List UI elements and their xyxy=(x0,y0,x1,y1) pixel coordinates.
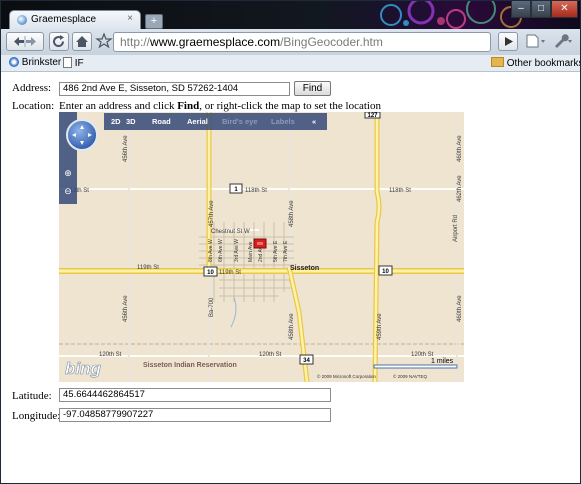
page-menu-icon xyxy=(526,34,545,48)
home-icon xyxy=(76,36,88,47)
address-input[interactable]: 486 2nd Ave E, Sisseton, SD 57262-1404 xyxy=(59,82,290,96)
road-label: 118th St xyxy=(389,188,411,194)
location-pushpin[interactable] xyxy=(253,238,267,249)
latitude-label: Latitude: xyxy=(12,390,52,402)
compass-pan-control[interactable] xyxy=(66,119,98,151)
address-label: Address: xyxy=(12,82,52,94)
road-label: Chestnut St W xyxy=(211,229,250,235)
road-label: 7th Ave E xyxy=(283,240,289,262)
road-label: 456th Ave xyxy=(123,135,129,162)
map-mode-bar: 2D 3D Road Aerial Bird's eye Labels « xyxy=(104,113,327,130)
compass-arrows-icon xyxy=(72,125,92,145)
road-label: 3rd Ave W xyxy=(234,239,240,262)
longitude-label: Longitude: xyxy=(12,410,61,422)
tab-close-icon[interactable]: × xyxy=(127,13,133,24)
other-bookmarks[interactable]: Other bookmarks xyxy=(491,57,581,69)
bing-map[interactable]: 118th St 118th St 118th St 119th St 119t… xyxy=(59,112,464,382)
bookmark-brinkster[interactable]: Brinkster xyxy=(9,57,61,68)
latitude-input[interactable]: 45.6644462864517 xyxy=(59,388,331,402)
folder-icon xyxy=(491,57,504,67)
bookmark-label: Brinkster xyxy=(21,57,62,68)
page-icon xyxy=(63,57,72,68)
copyright-text: © 2009 Microsoft Corporation xyxy=(317,373,376,379)
road-label: 120th St xyxy=(99,352,122,358)
page-menu-button[interactable] xyxy=(522,32,550,51)
mode-aerial[interactable]: Aerial xyxy=(187,117,208,126)
mode-labels[interactable]: Labels xyxy=(271,117,295,126)
bookmark-label: IF xyxy=(74,58,84,69)
road-label: 120th St xyxy=(259,352,282,358)
home-button[interactable] xyxy=(72,32,92,51)
play-icon xyxy=(505,37,513,46)
highway-shield: 127 xyxy=(367,113,378,119)
browser-window: Graemesplace × + – □ ✕ http://www.graeme… xyxy=(0,0,581,484)
road-label: 119th St xyxy=(137,265,159,271)
road-label: 458th Ave xyxy=(289,313,295,340)
road-label: Main Ave xyxy=(248,241,254,262)
zoom-out-button[interactable]: ⊖ xyxy=(62,186,74,198)
navigation-toolbar: http://www.graemesplace.com/BingGeocoder… xyxy=(1,29,580,56)
road-label: 459th Ave xyxy=(377,313,383,340)
longitude-input[interactable]: -97.04858779907227 xyxy=(59,408,331,422)
road-label: 118th St xyxy=(245,188,267,194)
browser-tab[interactable]: Graemesplace × xyxy=(9,10,141,29)
road-label: 456th Ave xyxy=(123,295,129,322)
wrench-icon xyxy=(555,34,572,48)
back-forward-button[interactable] xyxy=(6,32,44,51)
tools-menu-button[interactable] xyxy=(551,32,577,51)
mode-road[interactable]: Road xyxy=(152,117,171,126)
page-content: Address: 486 2nd Ave E, Sisseton, SD 572… xyxy=(1,72,580,483)
instruction-text: Enter an address and click Find, or righ… xyxy=(59,100,381,112)
map-canvas: 118th St 118th St 118th St 119th St 119t… xyxy=(59,112,464,382)
bookmark-if[interactable]: IF xyxy=(63,57,84,69)
find-button[interactable]: Find xyxy=(294,81,331,96)
location-label: Location: xyxy=(12,100,55,112)
road-label: Ba-700 xyxy=(209,297,215,317)
close-window-button[interactable]: ✕ xyxy=(551,1,578,18)
zoom-in-button[interactable]: ⊕ xyxy=(62,168,74,180)
road-label: 458th Ave xyxy=(289,200,295,227)
road-label: 5th Ave E xyxy=(273,240,279,262)
road-label: Airport Rd xyxy=(453,215,459,242)
brinkster-icon xyxy=(9,57,19,67)
url-text: http://www.graemesplace.com/BingGeocoder… xyxy=(120,35,383,49)
road-label: 119th St xyxy=(219,270,241,276)
reload-icon xyxy=(53,35,65,48)
bookmark-star-button[interactable] xyxy=(95,32,113,51)
bookmarks-bar: Brinkster IF Other bookmarks xyxy=(1,55,580,72)
highway-shield: 34 xyxy=(303,358,310,364)
reload-button[interactable] xyxy=(49,32,69,51)
star-icon xyxy=(95,32,113,49)
title-bar: Graemesplace × + – □ ✕ xyxy=(1,1,580,29)
copyright-text: © 2009 NAVTEQ xyxy=(393,373,427,379)
maximize-button[interactable]: □ xyxy=(531,1,551,18)
bing-logo: bing xyxy=(65,359,102,379)
road-label: 8th Ave W xyxy=(208,239,214,262)
road-label: 6th Ave W xyxy=(218,239,224,262)
favicon-icon xyxy=(17,15,27,25)
svg-text:bing: bing xyxy=(65,359,101,378)
city-label: Sisseton xyxy=(290,265,319,272)
new-tab-button[interactable]: + xyxy=(145,14,163,29)
highway-shield: 10 xyxy=(382,269,389,275)
road-label: 460th Ave xyxy=(457,135,463,162)
theme-artwork xyxy=(380,1,522,29)
minimize-button[interactable]: – xyxy=(511,1,531,18)
road-label: 460th Ave xyxy=(457,295,463,322)
reservation-label: Sisseton Indian Reservation xyxy=(143,362,237,369)
page-action-button[interactable] xyxy=(498,32,518,51)
svg-text:1 miles: 1 miles xyxy=(431,358,454,365)
address-bar[interactable]: http://www.graemesplace.com/BingGeocoder… xyxy=(113,32,491,52)
highway-shield: 10 xyxy=(207,270,214,276)
mode-2d[interactable]: 2D xyxy=(111,117,121,126)
mode-3d[interactable]: 3D xyxy=(126,117,136,126)
collapse-bar-button[interactable]: « xyxy=(312,117,316,126)
road-label: 462th Ave xyxy=(457,175,463,202)
other-bookmarks-label: Other bookmarks xyxy=(506,58,581,69)
tab-title: Graemesplace xyxy=(31,14,97,25)
road-label: 457th Ave xyxy=(209,200,215,227)
back-forward-icon xyxy=(14,36,36,47)
map-scale: 1 miles xyxy=(373,358,458,369)
mode-birds-eye[interactable]: Bird's eye xyxy=(222,117,258,126)
